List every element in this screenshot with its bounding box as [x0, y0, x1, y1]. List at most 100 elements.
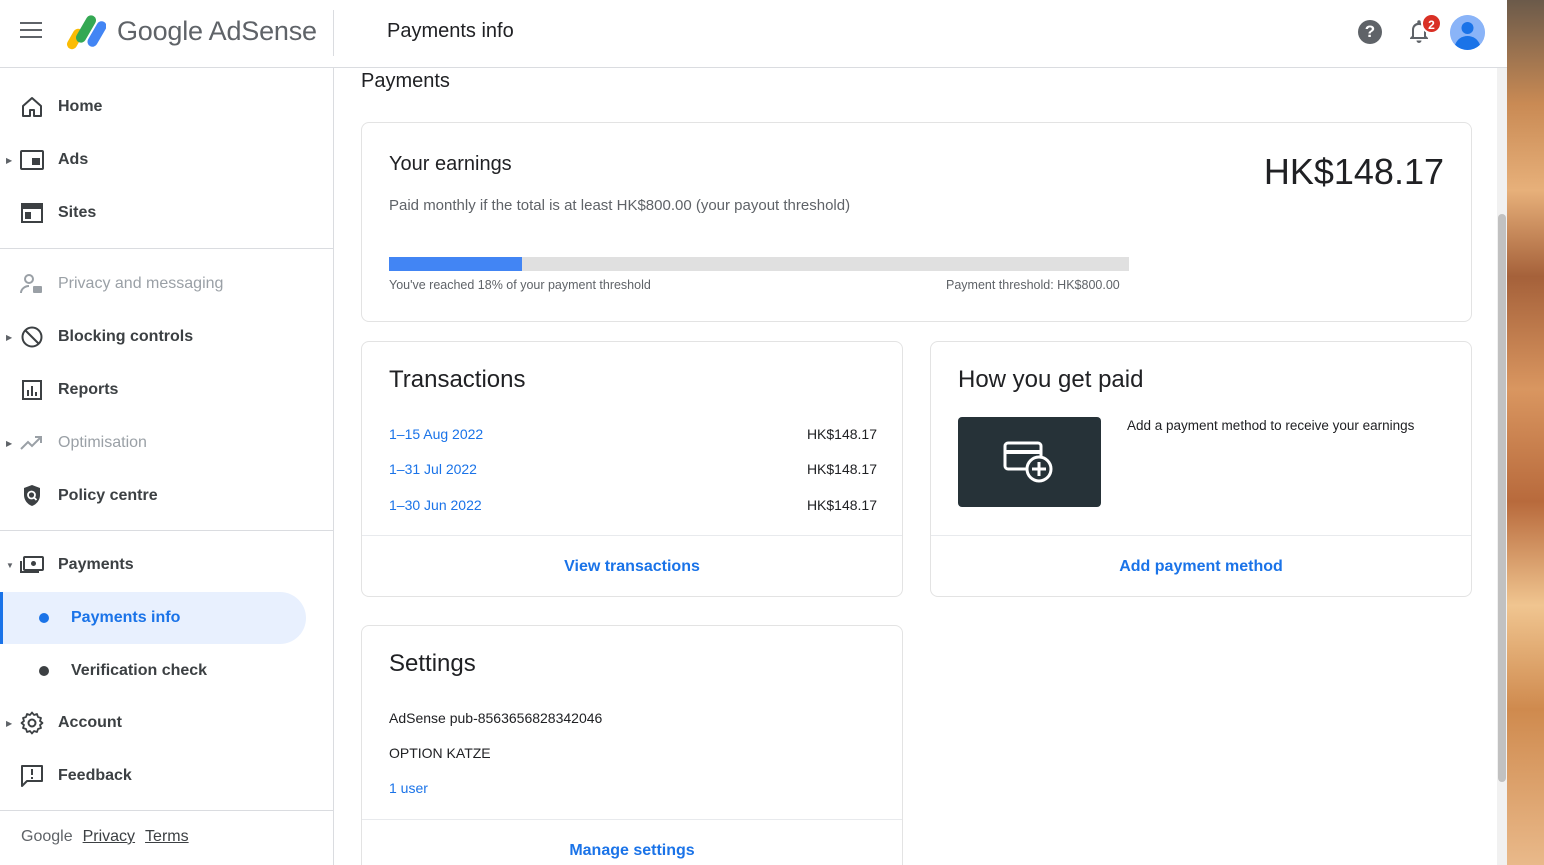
transaction-row: 1–15 Aug 2022 HK$148.17 [389, 426, 877, 448]
block-icon [20, 325, 44, 349]
add-card-icon [1003, 441, 1052, 483]
sidebar-divider [0, 530, 333, 531]
section-title: Payments [361, 70, 450, 92]
sidebar-item-reports[interactable]: Reports [0, 367, 333, 413]
how-you-get-paid-card: How you get paid Add a payment method to… [930, 341, 1472, 597]
reports-icon [20, 378, 44, 402]
page-title: Payments info [387, 20, 514, 42]
privacy-icon [20, 272, 44, 296]
sidebar-item-label: Blocking controls [58, 328, 194, 345]
sidebar-item-account[interactable]: ▶ Account [0, 700, 333, 746]
sidebar-item-blocking-controls[interactable]: ▶ Blocking controls [0, 314, 333, 360]
transactions-card: Transactions 1–15 Aug 2022 HK$148.17 1–3… [361, 341, 903, 597]
payee-name: OPTION KATZE [389, 745, 491, 761]
sidebar-item-home[interactable]: Home [0, 84, 333, 130]
transaction-amount: HK$148.17 [806, 497, 877, 513]
sites-icon [20, 201, 44, 225]
progress-reached-text: You've reached 18% of your payment thres… [389, 278, 651, 292]
ads-icon [20, 148, 44, 172]
transaction-period-link[interactable]: 1–31 Jul 2022 [389, 461, 477, 477]
account-gear-icon [20, 711, 44, 735]
sidebar-item-feedback[interactable]: Feedback [0, 753, 333, 799]
sidebar-item-label: Account [58, 714, 122, 731]
sidebar-item-label: Reports [58, 381, 119, 398]
settings-card: Settings AdSense pub-8563656828342046 OP… [361, 625, 903, 865]
account-avatar[interactable] [1450, 15, 1485, 50]
earnings-title: Your earnings [389, 153, 512, 175]
sidebar-item-label: Privacy and messaging [58, 275, 224, 292]
sidebar-divider [0, 248, 333, 249]
publisher-id: AdSense pub-8563656828342046 [389, 710, 603, 726]
bullet-dot-icon [39, 666, 49, 676]
how-paid-card-footer: Add payment method [931, 535, 1471, 597]
sidebar-item-label: Policy centre [58, 487, 158, 504]
feedback-icon [20, 764, 44, 788]
optimisation-icon [20, 431, 44, 455]
desktop-background [1507, 0, 1544, 865]
top-app-bar: Google AdSense Payments info ? 2 [0, 0, 1507, 68]
expand-caret-icon: ▶ [6, 155, 13, 165]
sidebar-item-ads[interactable]: ▶ Ads [0, 137, 333, 183]
footer-google-brand: Google [21, 828, 73, 845]
payment-threshold-text: Payment threshold: HK$800.00 [946, 278, 1120, 292]
sidebar-item-payments[interactable]: ▼ Payments [0, 542, 333, 588]
footer-privacy-link[interactable]: Privacy [83, 828, 135, 845]
view-transactions-button[interactable]: View transactions [564, 558, 700, 576]
footer-terms-link[interactable]: Terms [145, 828, 189, 845]
expand-caret-icon: ▶ [6, 438, 13, 448]
sidebar-subitem-payments-info[interactable]: Payments info [0, 592, 306, 644]
sidebar-item-privacy-messaging[interactable]: Privacy and messaging [0, 261, 333, 307]
sidebar-divider [0, 810, 333, 811]
transactions-card-footer: View transactions [362, 535, 902, 597]
how-you-get-paid-text: Add a payment method to receive your ear… [1127, 418, 1415, 433]
policy-icon [20, 484, 44, 508]
help-icon[interactable]: ? [1358, 20, 1382, 44]
earnings-amount: HK$148.17 [1263, 151, 1444, 192]
transactions-title: Transactions [389, 366, 526, 393]
sidebar-item-label: Ads [58, 151, 89, 168]
payments-icon [20, 553, 44, 577]
sidebar-footer: Google Privacy Terms [21, 828, 189, 846]
sidebar-item-label: Feedback [58, 767, 132, 784]
expand-caret-icon: ▶ [6, 332, 13, 342]
threshold-progress-fill [389, 257, 523, 271]
earnings-description: Paid monthly if the total is at least HK… [389, 197, 851, 214]
header-divider [333, 10, 334, 56]
notification-count-badge: 2 [1421, 13, 1442, 34]
sidebar-subitem-verification-check[interactable]: Verification check [0, 645, 306, 697]
sidebar-item-label: Sites [58, 204, 97, 221]
home-icon [20, 95, 44, 119]
users-link[interactable]: 1 user [389, 780, 428, 796]
payment-method-illustration [958, 417, 1101, 507]
sidebar-item-sites[interactable]: Sites [0, 190, 333, 236]
settings-card-footer: Manage settings [362, 819, 902, 865]
transaction-amount: HK$148.17 [806, 461, 877, 477]
how-you-get-paid-title: How you get paid [958, 366, 1144, 393]
manage-settings-button[interactable]: Manage settings [569, 842, 694, 860]
bullet-dot-icon [39, 613, 49, 623]
sidebar-item-policy-centre[interactable]: Policy centre [0, 473, 333, 519]
sidebar-item-label: Optimisation [58, 434, 147, 451]
sidebar-subitem-label: Payments info [71, 609, 181, 626]
main-menu-icon[interactable] [20, 22, 44, 42]
sidebar-item-label: Payments [58, 556, 134, 573]
sidebar-item-optimisation[interactable]: ▶ Optimisation [0, 420, 333, 466]
transaction-period-link[interactable]: 1–30 Jun 2022 [389, 497, 482, 513]
app-logo-text: Google AdSense [117, 16, 317, 46]
settings-title: Settings [389, 650, 476, 677]
scrollbar-thumb[interactable] [1498, 214, 1506, 782]
expand-caret-icon: ▶ [6, 718, 13, 728]
sidebar-subitem-label: Verification check [71, 662, 208, 679]
adsense-logo-icon [67, 15, 106, 50]
user-avatar-icon [1450, 15, 1485, 50]
collapse-caret-icon: ▼ [6, 560, 14, 570]
side-navigation: Home ▶ Ads Sites Privacy and messaging ▶… [0, 68, 334, 865]
transaction-row: 1–31 Jul 2022 HK$148.17 [389, 461, 877, 483]
transaction-amount: HK$148.17 [806, 426, 877, 442]
add-payment-method-button[interactable]: Add payment method [1119, 558, 1283, 576]
transaction-row: 1–30 Jun 2022 HK$148.17 [389, 497, 877, 519]
sidebar-item-label: Home [58, 98, 103, 115]
threshold-progress-bar [389, 257, 1129, 271]
transaction-period-link[interactable]: 1–15 Aug 2022 [389, 426, 483, 442]
earnings-card: Your earnings HK$148.17 Paid monthly if … [361, 122, 1472, 322]
